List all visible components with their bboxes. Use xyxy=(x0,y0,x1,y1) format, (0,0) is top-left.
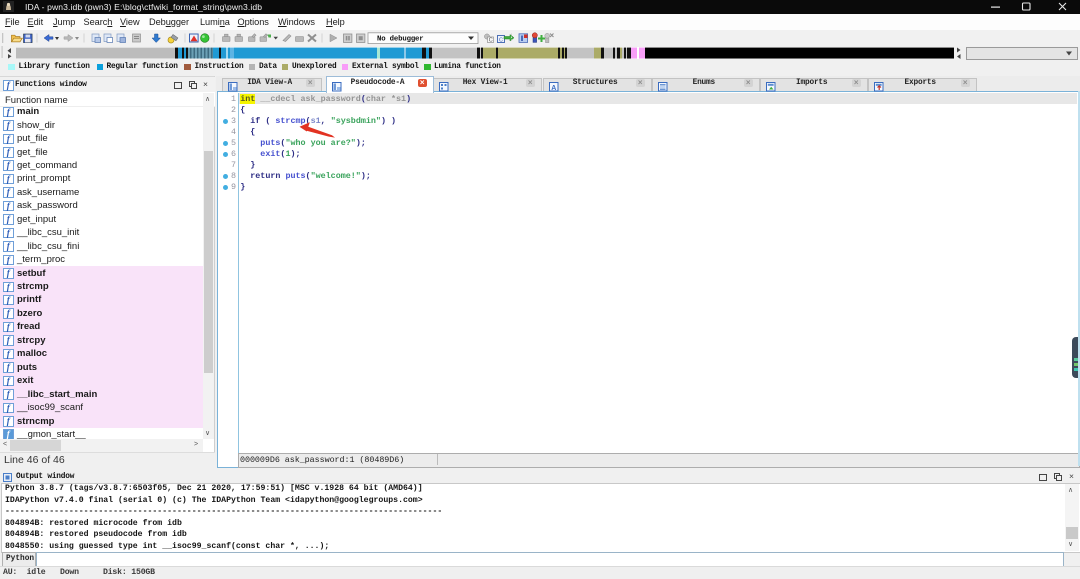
svg-text:C: C xyxy=(489,38,493,44)
svg-text:C: C xyxy=(499,38,503,44)
svg-text:A: A xyxy=(551,84,556,91)
svg-text:No debugger: No debugger xyxy=(377,36,424,44)
